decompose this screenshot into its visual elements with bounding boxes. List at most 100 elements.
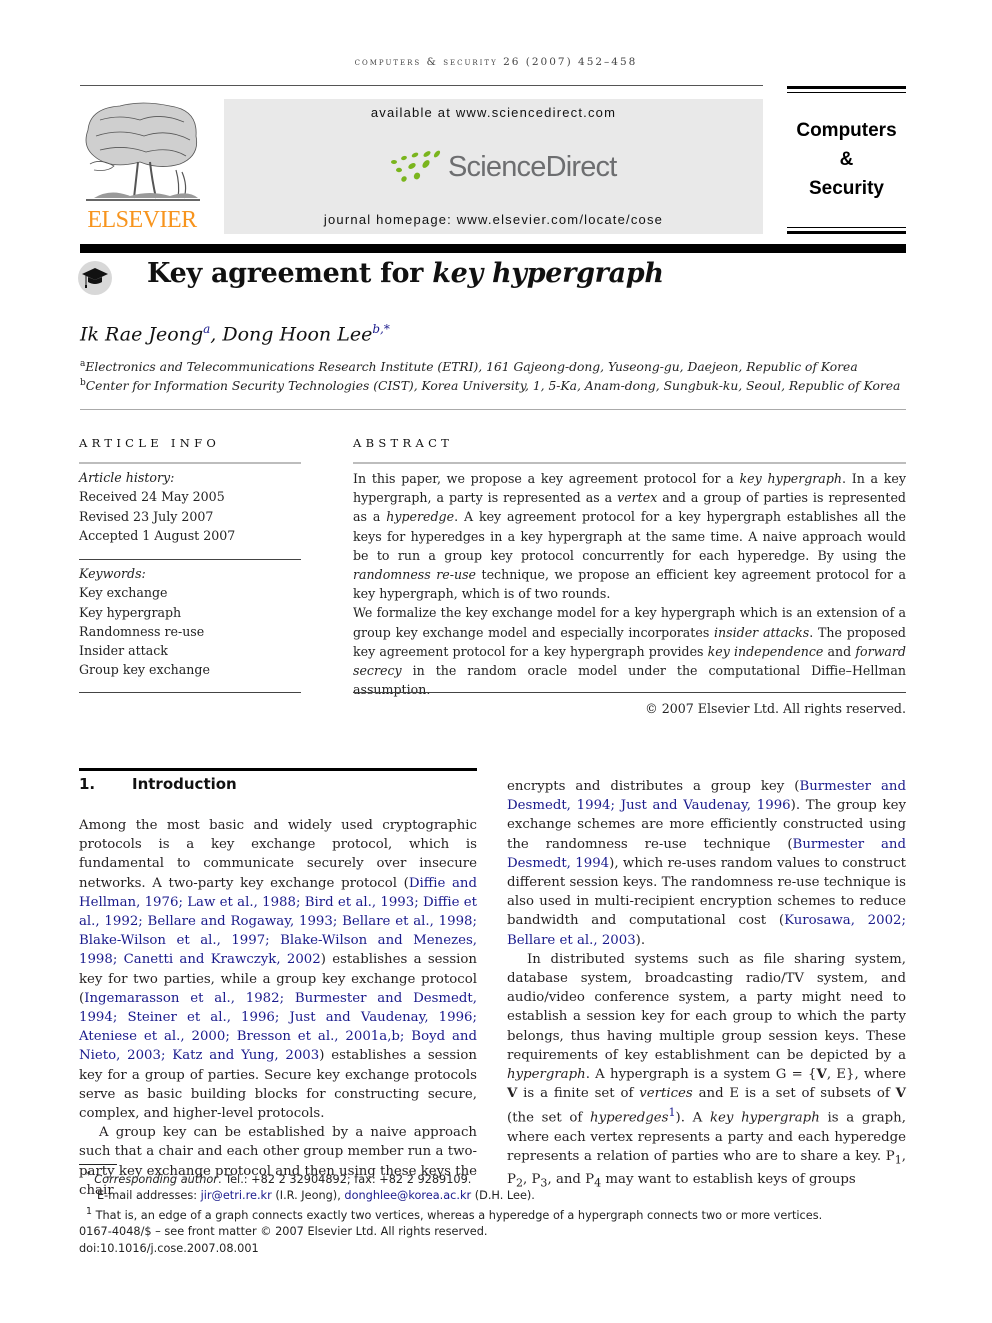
section-heading: 1. Introduction <box>79 775 237 793</box>
front-matter-note: 0167-4048/$ – see front matter © 2007 El… <box>79 1225 488 1239</box>
text-run: and <box>823 643 856 659</box>
divider <box>353 462 906 464</box>
keywords: Keywords: Key exchange Key hypergraph Ra… <box>79 564 301 680</box>
footnote-text: That is, an edge of a graph connects exa… <box>92 1209 823 1223</box>
available-at-link[interactable]: available at www.sciencedirect.com <box>224 105 763 120</box>
history-item: Received 24 May 2005 <box>79 489 225 505</box>
journal-title-box: Computers & Security <box>787 86 906 234</box>
footnote-text: E-mail addresses: <box>97 1189 201 1203</box>
text-run: 1 <box>894 1153 902 1167</box>
divider <box>80 409 906 410</box>
footnote-label: Corresponding author <box>94 1172 218 1186</box>
journal-title-line: & <box>839 149 854 170</box>
header-rule <box>80 85 763 86</box>
text-run: key hypergraph <box>709 1110 820 1126</box>
body-paragraph: encrypts and distributes a group key (Bu… <box>507 777 906 950</box>
article-history: Article history: Received 24 May 2005 Re… <box>79 468 301 545</box>
text-run: key hypergraph <box>739 471 842 486</box>
text-run: V <box>816 1067 827 1083</box>
text-run: hyperedges <box>590 1110 669 1126</box>
footnotes: * Corresponding author. Tel.: +82 2 3290… <box>79 1168 822 1257</box>
body-paragraph: Among the most basic and widely used cry… <box>79 816 477 1123</box>
journal-rule <box>787 231 906 234</box>
author-name[interactable]: Ik Rae Jeong <box>80 323 203 345</box>
abstract-body: In this paper, we propose a key agreemen… <box>353 469 906 719</box>
journal-title-line: Security <box>809 178 884 199</box>
body-column-right: encrypts and distributes a group key (Bu… <box>507 777 906 1193</box>
title-italic-text: key hypergraph <box>432 258 664 289</box>
text-run: In distributed systems such as file shar… <box>507 951 906 1063</box>
text-run: ). <box>635 932 646 948</box>
body-paragraph: In distributed systems such as file shar… <box>507 950 906 1193</box>
sciencedirect-wordmark: ScienceDirect <box>448 150 617 183</box>
email-link[interactable]: jir@etri.re.kr <box>201 1189 272 1202</box>
divider <box>79 692 301 693</box>
text-run: randomness re-use <box>353 567 477 583</box>
doi-link[interactable]: doi:10.1016/j.cose.2007.08.001 <box>79 1241 822 1257</box>
text-run: ). A <box>675 1110 710 1126</box>
footnote-text: (I.R. Jeong), <box>271 1189 345 1203</box>
body-column-left: Among the most basic and widely used cry… <box>79 816 477 1200</box>
journal-homepage-link[interactable]: journal homepage: www.elsevier.com/locat… <box>224 212 763 227</box>
text-run: (the set of <box>507 1110 591 1126</box>
footnote-text: (D.H. Lee). <box>471 1189 535 1203</box>
text-run: hypergraph <box>507 1067 586 1083</box>
keyword: Insider attack <box>79 643 168 659</box>
text-run: insider attacks <box>714 624 810 640</box>
affiliation-link[interactable]: b,* <box>372 322 390 336</box>
corresponding-author-note: * Corresponding author. Tel.: +82 2 3290… <box>79 1168 822 1188</box>
text-run: V <box>507 1086 518 1102</box>
text-run: V <box>895 1086 906 1102</box>
keyword: Key hypergraph <box>79 604 182 620</box>
section-number: 1. <box>79 775 96 793</box>
text-run: encrypts and distributes a group key ( <box>507 779 800 794</box>
text-run: . A hypergraph is a system G = { <box>585 1067 817 1083</box>
journal-title: Computers & Security <box>787 116 906 203</box>
divider <box>79 559 301 560</box>
journal-rule <box>787 86 906 89</box>
article-history-label: Article history: <box>79 470 175 485</box>
sciencedirect-dots-icon <box>391 150 441 182</box>
article-info-heading: ARTICLE INFO <box>79 436 221 450</box>
sciencedirect-logo[interactable]: ScienceDirect <box>390 147 617 187</box>
email-note: E-mail addresses: jir@etri.re.kr (I.R. J… <box>79 1188 822 1204</box>
affiliation-text: Electronics and Telecommunications Resea… <box>85 360 858 375</box>
article-title: Key agreement for key hypergraph <box>147 258 664 289</box>
elsevier-wordmark: ELSEVIER <box>87 207 197 233</box>
journal-rule <box>787 92 906 93</box>
text-run: and E is a set of subsets of <box>692 1086 896 1102</box>
text-run: hyperedge <box>386 509 455 525</box>
copyright-notice: © 2007 Elsevier Ltd. All rights reserved… <box>645 701 906 717</box>
sciencedirect-banner: available at www.sciencedirect.com Scien… <box>224 99 763 234</box>
section-rule <box>79 768 477 771</box>
journal-rule <box>787 227 906 228</box>
elsevier-tree-icon <box>85 102 200 201</box>
text-run: In this paper, we propose a key agreemen… <box>353 471 740 486</box>
keywords-label: Keywords: <box>79 566 146 581</box>
history-item: Revised 23 July 2007 <box>79 508 214 524</box>
history-item: Accepted 1 August 2007 <box>79 527 236 543</box>
affiliation-text: Center for Information Security Technolo… <box>85 379 901 394</box>
text-run: key independence <box>707 643 824 659</box>
text-run: vertices <box>639 1086 693 1102</box>
abstract-paragraph: In this paper, we propose a key agreemen… <box>353 469 906 603</box>
author-name[interactable]: Dong Hoon Lee <box>222 323 372 345</box>
keyword: Randomness re-use <box>79 623 205 639</box>
divider <box>79 462 301 464</box>
masthead-bar <box>80 244 906 253</box>
footnote-ref[interactable]: 1 <box>668 1106 675 1119</box>
abstract-paragraph: We formalize the key exchange model for … <box>353 603 906 699</box>
footnote-rule <box>79 1164 117 1165</box>
email-link[interactable]: donghlee@korea.ac.kr <box>344 1189 471 1202</box>
affiliation: bCenter for Information Security Technol… <box>80 378 900 393</box>
footnote-1: 1 That is, an edge of a graph connects e… <box>79 1204 822 1224</box>
footnote-text: . Tel.: +82 2 32904892; fax: +82 2 92891… <box>217 1172 472 1186</box>
elsevier-logo[interactable]: ELSEVIER <box>80 100 204 234</box>
text-run: is a finite set of <box>517 1086 640 1102</box>
author-list: Ik Rae Jeonga, Dong Hoon Leeb,* <box>80 322 390 345</box>
author-separator: , <box>210 323 223 346</box>
abstract-heading: ABSTRACT <box>353 436 454 450</box>
keyword: Group key exchange <box>79 662 210 678</box>
section-title: Introduction <box>132 775 237 793</box>
title-text: Key agreement for <box>147 258 433 289</box>
